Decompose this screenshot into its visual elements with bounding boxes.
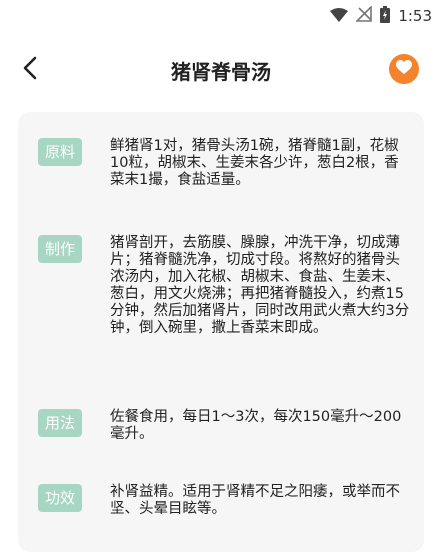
usage-text: 佐餐食用，每日1～3次，每次150毫升～200毫升。 (110, 409, 402, 442)
no-signal-icon (355, 5, 373, 26)
status-time: 1:53 (398, 7, 432, 25)
status-icons: 1:53 (330, 5, 432, 27)
status-bar: 1:53 (0, 0, 442, 30)
heart-icon (396, 59, 412, 79)
header: 猪肾脊骨汤 (0, 44, 442, 94)
battery-icon (380, 5, 391, 27)
page-title: 猪肾脊骨汤 (171, 60, 271, 84)
tag-ingredients: 原料 (38, 138, 82, 166)
recipe-card: 原料 鲜猪肾1对，猪骨头汤1碗，猪脊髓1副，花椒10粒，胡椒末、生姜末各少许，葱… (18, 112, 424, 552)
ingredients-text: 鲜猪肾1对，猪骨头汤1碗，猪脊髓1副，花椒10粒，胡椒末、生姜末各少许，葱白2根… (110, 138, 399, 188)
preparation-text: 猪肾剖开，去筋膜、臊腺，冲洗干净，切成薄片；猪脊髓洗净，切成寸段。将熬好的猪骨头… (110, 235, 410, 336)
wifi-icon (330, 7, 349, 26)
efficacy-text: 补肾益精。适用于肾精不足之阳痿，或举而不坚、头晕目眩等。 (110, 484, 400, 517)
favorite-button[interactable] (389, 54, 419, 84)
tag-preparation: 制作 (38, 235, 82, 263)
tag-usage: 用法 (38, 409, 82, 437)
tag-efficacy: 功效 (38, 484, 82, 512)
